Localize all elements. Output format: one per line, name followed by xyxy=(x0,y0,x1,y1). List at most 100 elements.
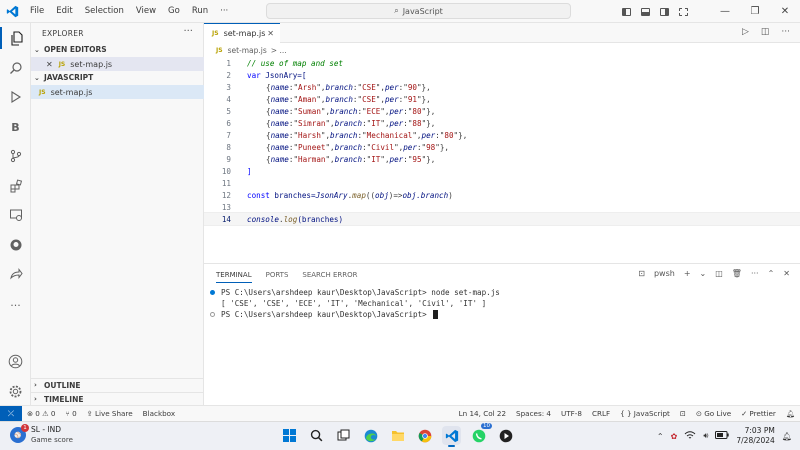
toggle-sidebar-icon[interactable] xyxy=(622,7,631,16)
prettier-status[interactable]: ✓ Prettier xyxy=(736,409,781,418)
indentation-status[interactable]: Spaces: 4 xyxy=(511,409,556,418)
github-icon[interactable] xyxy=(0,234,31,256)
code-editor[interactable]: 1 // use of map and set 2 var JsonAry=[ … xyxy=(204,57,800,263)
code-line: 9 {name:"Harman",branch:"IT",per:"95"}, xyxy=(226,154,436,164)
run-debug-icon[interactable] xyxy=(0,86,31,108)
new-terminal-button[interactable]: + xyxy=(684,269,691,278)
live-share-icon: ⇪ xyxy=(86,409,95,418)
windows-start-icon[interactable] xyxy=(280,426,299,445)
cursor-position-status[interactable]: Ln 14, Col 22 xyxy=(454,409,511,418)
terminal-output: [ 'CSE', 'CSE', 'ECE', 'IT', 'Mechanical… xyxy=(221,299,487,308)
open-editor-item[interactable]: ✕ JS set-map.js xyxy=(31,57,204,71)
show-hidden-icons-chevron[interactable]: ⌃ xyxy=(657,432,664,441)
wifi-icon[interactable] xyxy=(684,430,696,442)
timeline-section[interactable]: › TIMELINE xyxy=(31,392,204,405)
file-item-set-map[interactable]: JS set-map.js xyxy=(31,85,204,99)
encoding-status[interactable]: UTF-8 xyxy=(556,409,587,418)
search-text: JavaScript xyxy=(402,6,443,16)
go-live-status[interactable]: ⊙ Go Live xyxy=(691,409,736,418)
notification-center-icon[interactable]: 🔔︎ xyxy=(782,432,792,441)
blackbox-status[interactable]: Blackbox xyxy=(138,409,180,418)
source-control-icon[interactable] xyxy=(0,145,31,167)
battery-icon[interactable] xyxy=(715,431,730,441)
terminal-shell-label[interactable]: pwsh xyxy=(654,269,675,278)
close-icon[interactable]: ✕ xyxy=(46,60,53,69)
split-terminal-icon[interactable]: ◫ xyxy=(715,269,723,278)
media-player-icon[interactable] xyxy=(496,426,515,445)
customize-layout-icon[interactable] xyxy=(679,7,688,16)
problems-status[interactable]: ⊗ 0 ⚠ 0 xyxy=(22,409,60,418)
menu-go[interactable]: Go xyxy=(162,6,186,16)
command-center-search[interactable]: ⌕ JavaScript xyxy=(266,3,571,19)
close-window-button[interactable]: ✕ xyxy=(770,6,800,17)
edge-browser-icon[interactable] xyxy=(361,426,380,445)
panel-more-icon[interactable]: ··· xyxy=(751,269,759,278)
copilot-icon[interactable]: ⊡ xyxy=(675,409,691,418)
close-tab-icon[interactable]: ✕ xyxy=(267,29,274,38)
menu-run[interactable]: Run xyxy=(186,6,214,16)
minimize-button[interactable]: — xyxy=(710,6,740,17)
taskbar-search-icon[interactable] xyxy=(307,426,326,445)
vscode-taskbar-icon[interactable] xyxy=(442,426,461,447)
code-line: 3 {name:"Arsh",branch:"CSE",per:"90"}, xyxy=(226,82,431,92)
app-tray-icon[interactable]: ✿ xyxy=(671,432,678,441)
code-line: 5 {name:"Suman",branch:"ECE",per:"80"}, xyxy=(226,106,436,116)
code-line-current: 14 console.log(branches) xyxy=(204,212,800,226)
restore-button[interactable]: ❐ xyxy=(740,6,770,17)
editor-more-icon[interactable]: ··· xyxy=(781,27,790,37)
explorer-icon[interactable] xyxy=(0,27,31,49)
activity-bar: B ··· xyxy=(0,23,31,405)
file-explorer-icon[interactable] xyxy=(388,426,407,445)
tab-ports[interactable]: PORTS xyxy=(266,271,289,283)
breadcrumb-symbols[interactable]: > ... xyxy=(271,46,287,55)
system-clock[interactable]: 7:03 PM 7/28/2024 xyxy=(736,426,774,446)
menu-selection[interactable]: Selection xyxy=(79,6,130,16)
tab-set-map-js[interactable]: JS set-map.js ✕ xyxy=(204,23,280,43)
run-file-icon[interactable]: ▷ xyxy=(742,27,749,37)
live-share-icon[interactable] xyxy=(0,263,31,285)
menu-more[interactable]: ··· xyxy=(214,6,234,16)
explorer-more-button[interactable]: ··· xyxy=(183,26,193,37)
toggle-secondary-sidebar-icon[interactable] xyxy=(660,7,669,16)
more-views-icon[interactable]: ··· xyxy=(0,294,31,316)
outline-section[interactable]: › OUTLINE xyxy=(31,378,204,391)
language-mode-status[interactable]: { } JavaScript xyxy=(615,409,675,418)
eol-status[interactable]: CRLF xyxy=(587,409,615,418)
menu-file[interactable]: File xyxy=(24,6,50,16)
code-line: 1 // use of map and set xyxy=(226,58,344,68)
javascript-folder-section[interactable]: ⌄ JAVASCRIPT xyxy=(31,71,204,84)
remote-explorer-icon[interactable] xyxy=(0,204,31,226)
trash-icon[interactable]: 🗑 xyxy=(732,269,742,278)
notifications-bell-icon[interactable]: 🔔︎ xyxy=(781,409,800,418)
close-panel-icon[interactable]: ✕ xyxy=(783,269,790,278)
tab-search-error[interactable]: SEARCH ERROR xyxy=(302,271,357,283)
open-editors-section[interactable]: ⌄ OPEN EDITORS xyxy=(31,43,204,56)
account-icon[interactable] xyxy=(0,350,31,372)
toggle-panel-icon[interactable] xyxy=(641,7,650,16)
chevron-down-icon[interactable]: ⌄ xyxy=(700,269,707,278)
menu-view[interactable]: View xyxy=(130,6,162,16)
extensions-icon[interactable] xyxy=(0,175,31,197)
split-editor-icon[interactable]: ◫ xyxy=(761,27,770,37)
maximize-panel-icon[interactable]: ⌃ xyxy=(768,269,775,278)
task-view-icon[interactable] xyxy=(334,426,353,445)
ports-status[interactable]: ⑂ 0 xyxy=(60,409,81,418)
menu-edit[interactable]: Edit xyxy=(50,6,78,16)
code-line: 10 ] xyxy=(221,166,252,176)
live-share-status[interactable]: ⇪ Live Share xyxy=(82,409,138,418)
blackbox-icon[interactable]: B xyxy=(0,116,31,138)
breadcrumb-file[interactable]: set-map.js xyxy=(228,46,267,55)
tab-terminal[interactable]: TERMINAL xyxy=(216,271,252,283)
code-line: 2 var JsonAry=[ xyxy=(226,70,307,80)
search-view-icon[interactable] xyxy=(0,57,31,79)
settings-gear-icon[interactable] xyxy=(0,380,31,402)
editor-tab-bar: JS set-map.js ✕ ▷ ◫ ··· xyxy=(204,23,800,43)
js-file-icon: JS xyxy=(216,46,223,54)
volume-icon[interactable]: 🔊︎ xyxy=(703,431,708,441)
chrome-browser-icon[interactable] xyxy=(415,426,434,445)
whatsapp-icon[interactable]: 10 xyxy=(469,423,492,445)
terminal-line[interactable]: PS C:\Users\arshdeep kaur\Desktop\JavaSc… xyxy=(210,310,439,319)
remote-indicator-icon[interactable]: ⤫ xyxy=(0,405,22,422)
weather-widget[interactable]: ⚾ 1 SL - IND Game score xyxy=(10,424,73,445)
chevron-down-icon: ⌄ xyxy=(34,73,40,82)
